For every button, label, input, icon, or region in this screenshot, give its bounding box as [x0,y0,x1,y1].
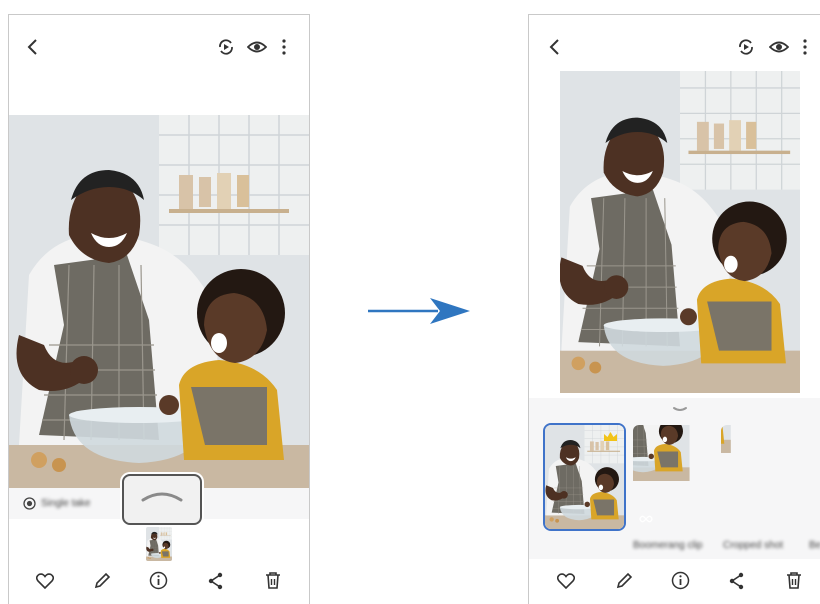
take-label: Be [809,540,820,551]
single-take-panel: Boomerang clip Cropped shot Be [529,398,820,559]
info-icon[interactable] [149,571,168,590]
chevron-down-icon[interactable] [672,406,688,414]
main-photo[interactable] [9,115,309,495]
filmstrip-thumbnail[interactable] [146,527,172,561]
share-icon[interactable] [208,572,224,590]
more-vertical-icon[interactable] [281,39,287,55]
pencil-icon[interactable] [93,572,111,590]
chevron-up-icon [140,488,184,504]
take-thumbnail[interactable] [721,425,800,529]
top-app-bar [529,15,820,79]
pencil-icon[interactable] [615,572,633,590]
take-label: Boomerang clip [633,540,703,551]
trash-icon[interactable] [786,571,802,590]
info-icon[interactable] [671,571,690,590]
share-icon[interactable] [729,572,745,590]
eye-icon[interactable] [769,39,789,55]
crown-icon [603,431,618,442]
eye-icon[interactable] [247,39,267,55]
more-vertical-icon[interactable] [802,39,808,55]
phone-screen-before: Single take [8,14,310,604]
take-thumbnail[interactable] [633,425,712,529]
main-photo[interactable] [560,71,800,393]
top-app-bar [9,15,309,79]
radio-icon [23,497,36,510]
back-arrow-icon[interactable] [547,37,563,57]
motion-photo-icon[interactable] [217,38,235,56]
bottom-action-bar [529,558,820,604]
heart-icon[interactable] [557,573,575,589]
heart-icon[interactable] [36,573,54,589]
infinity-icon [639,515,653,523]
back-arrow-icon[interactable] [25,37,41,57]
take-thumbnail[interactable] [545,425,624,529]
transition-arrow [366,296,472,326]
take-thumbnail[interactable] [809,425,820,529]
bottom-action-bar [9,558,309,604]
expand-handle-button[interactable] [122,474,202,525]
motion-photo-icon[interactable] [737,38,755,56]
trash-icon[interactable] [265,571,281,590]
phone-screen-after: Boomerang clip Cropped shot Be [528,14,820,604]
suggestion-label: Single take [41,498,91,509]
take-label: Cropped shot [723,540,784,551]
